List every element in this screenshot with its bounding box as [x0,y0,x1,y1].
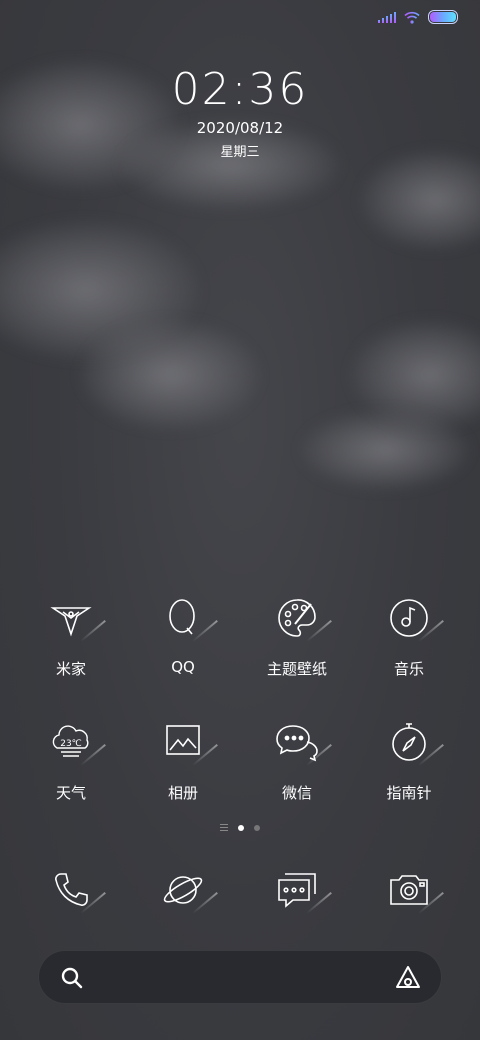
dock-camera[interactable] [354,866,464,914]
app-label: 天气 [55,784,86,802]
app-compass[interactable]: 指南针 [354,718,464,803]
weather-icon: 23℃ [47,718,95,766]
app-music[interactable]: 音乐 [354,594,464,679]
signal-icon [378,11,396,23]
gallery-icon [159,718,207,766]
music-icon [385,594,433,642]
camera-icon [385,866,433,914]
app-themes[interactable]: 主题壁纸 [242,594,352,679]
app-mijia[interactable]: 米家 [16,594,126,679]
home-screen: 02:36 2020/08/12 星期三 米家 QQ 主题壁纸 音乐 23℃ 天… [0,0,480,1040]
app-wechat[interactable]: 微信 [242,718,352,803]
app-weather[interactable]: 23℃ 天气 [16,718,126,803]
weather-icon-temp: 23℃ [60,739,82,749]
messages-icon [273,866,321,914]
clock-time: 02:36 [171,64,309,115]
browser-planet-icon [159,866,207,914]
cloud [300,410,470,490]
wechat-icon [273,718,321,766]
assistant-icon[interactable] [393,963,423,993]
dock-phone[interactable] [16,866,126,914]
phone-icon [47,866,95,914]
cloud [360,150,480,250]
page-list-icon[interactable] [220,824,228,831]
app-label: QQ [171,658,195,676]
moon-icon [278,354,321,408]
clock-date: 2020/08/12 [196,119,284,137]
wifi-icon [404,11,420,24]
app-label: 相册 [167,784,198,802]
app-label: 微信 [281,784,312,802]
app-label: 米家 [55,660,86,678]
compass-icon [385,718,433,766]
app-gallery[interactable]: 相册 [128,718,238,803]
app-label: 音乐 [393,660,424,678]
page-indicator [0,824,480,831]
page-dot[interactable] [254,824,260,831]
dock-browser[interactable] [128,866,238,914]
app-qq[interactable]: QQ [128,594,238,676]
search-icon[interactable] [59,965,85,991]
app-label: 主题壁纸 [266,660,327,678]
mijia-icon [47,594,95,642]
palette-icon [273,594,321,642]
clock-weekday: 星期三 [220,145,260,160]
search-bar[interactable] [38,950,442,1004]
page-dot-active[interactable] [238,824,244,831]
cloud [80,320,260,430]
qq-icon [159,594,207,642]
status-bar [378,10,458,24]
app-label: 指南针 [386,784,432,802]
dock-messages[interactable] [242,866,352,914]
battery-icon [428,10,458,24]
